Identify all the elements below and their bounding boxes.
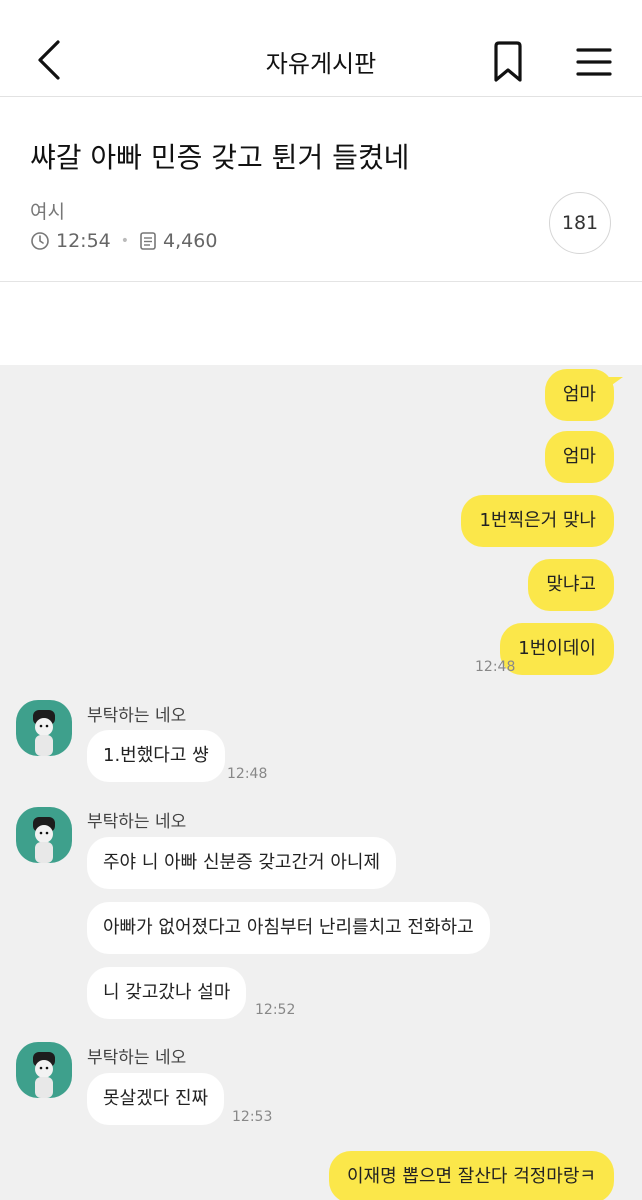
divider bbox=[0, 281, 642, 282]
other-message-text: 1.번했다고 썅 bbox=[103, 745, 209, 766]
avatar bbox=[16, 700, 72, 756]
post-meta: 12:54 • 4,460 bbox=[30, 229, 217, 253]
my-message-text: 엄마 bbox=[562, 384, 596, 405]
other-message: 1.번했다고 썅 bbox=[87, 730, 225, 782]
neo-character-icon bbox=[33, 817, 55, 863]
other-message-text: 아빠가 없어졌다고 아침부터 난리를치고 전화하고 bbox=[103, 917, 474, 938]
my-message: 이재명 뽑으면 잘산다 걱정마랑ㅋ bbox=[328, 1151, 614, 1200]
meta-separator: • bbox=[120, 233, 130, 249]
my-message: 1번찍은거 맞나 bbox=[461, 495, 614, 547]
post-time: 12:54 bbox=[56, 230, 111, 252]
other-message: 주야 니 아빠 신분증 갖고간거 아니제 bbox=[87, 837, 397, 889]
my-message-text: 1번찍은거 맞나 bbox=[479, 510, 596, 531]
sender-name: 부탁하는 네오 bbox=[87, 1048, 187, 1068]
message-time: 12:53 bbox=[232, 1109, 273, 1125]
my-message: 엄마 bbox=[544, 369, 623, 421]
my-message: 1번이데이 bbox=[500, 623, 614, 675]
post-author[interactable]: 여시 bbox=[30, 197, 65, 224]
my-message: 엄마 bbox=[544, 431, 614, 483]
my-message-text: 엄마 bbox=[562, 446, 596, 467]
hamburger-menu-icon bbox=[576, 48, 612, 76]
bookmark-button[interactable] bbox=[488, 40, 528, 84]
my-message: 맞냐고 bbox=[528, 559, 614, 611]
bookmark-icon bbox=[494, 41, 522, 82]
avatar bbox=[16, 807, 72, 863]
my-message-text: 이재명 뽑으면 잘산다 걱정마랑ㅋ bbox=[346, 1166, 596, 1187]
other-message: 아빠가 없어졌다고 아침부터 난리를치고 전화하고 bbox=[87, 902, 490, 954]
clock-icon bbox=[31, 232, 49, 250]
message-time: 12:48 bbox=[227, 766, 268, 782]
board-title: 자유게시판 bbox=[265, 50, 377, 78]
back-button[interactable] bbox=[28, 36, 68, 84]
my-message-text: 맞냐고 bbox=[546, 574, 596, 595]
document-icon bbox=[140, 232, 156, 250]
neo-character-icon bbox=[33, 1052, 55, 1098]
chat-screenshot: 엄마 엄마 1번찍은거 맞나 맞냐고 1번이데이 12:48 부탁하는 네오 1… bbox=[0, 365, 642, 1200]
neo-character-icon bbox=[33, 710, 55, 756]
sender-name: 부탁하는 네오 bbox=[87, 812, 187, 832]
menu-button[interactable] bbox=[572, 42, 616, 82]
other-message-text: 주야 니 아빠 신분증 갖고간거 아니제 bbox=[103, 852, 381, 873]
app-header: 자유게시판 bbox=[0, 0, 642, 97]
chevron-left-icon bbox=[38, 40, 60, 80]
sender-name: 부탁하는 네오 bbox=[87, 706, 187, 726]
other-message: 니 갖고갔나 설마 bbox=[87, 967, 247, 1019]
comment-count-button[interactable]: 181 bbox=[549, 192, 611, 254]
my-message-text: 1번이데이 bbox=[518, 638, 596, 659]
avatar bbox=[16, 1042, 72, 1098]
post-views: 4,460 bbox=[163, 230, 218, 252]
comment-count: 181 bbox=[561, 212, 599, 234]
other-message: 못살겠다 진짜 bbox=[87, 1073, 225, 1125]
other-message-text: 니 갖고갔나 설마 bbox=[103, 982, 231, 1003]
message-time: 12:52 bbox=[255, 1002, 296, 1018]
post-title: 쌰갈 아빠 민증 갖고 튄거 들켰네 bbox=[30, 141, 410, 174]
other-message-text: 못살겠다 진짜 bbox=[103, 1088, 209, 1109]
message-time: 12:48 bbox=[475, 659, 516, 675]
